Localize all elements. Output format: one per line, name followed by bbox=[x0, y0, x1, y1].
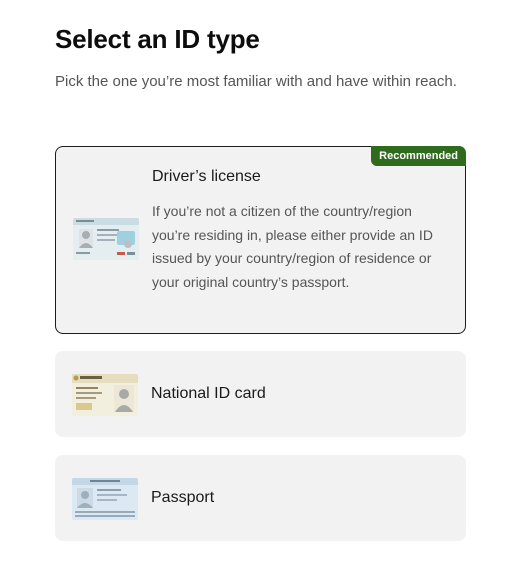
page-title: Select an ID type bbox=[55, 24, 260, 54]
recommended-badge: Recommended bbox=[371, 146, 466, 166]
page-subtitle: Pick the one you’re most familiar with a… bbox=[55, 73, 457, 90]
option-passport[interactable]: Passport bbox=[55, 455, 466, 541]
drivers-license-icon bbox=[73, 218, 139, 260]
option-title: Passport bbox=[151, 489, 215, 506]
option-title: National ID card bbox=[151, 385, 266, 402]
option-national-id-card[interactable]: National ID card bbox=[55, 351, 466, 437]
option-drivers-license[interactable]: Recommended Driver’s license If you’re n… bbox=[55, 146, 466, 334]
passport-icon bbox=[72, 478, 138, 520]
national-id-card-icon bbox=[72, 374, 138, 416]
option-description: If you’re not a citizen of the country/r… bbox=[152, 203, 433, 290]
option-title: Driver’s license bbox=[152, 168, 261, 185]
